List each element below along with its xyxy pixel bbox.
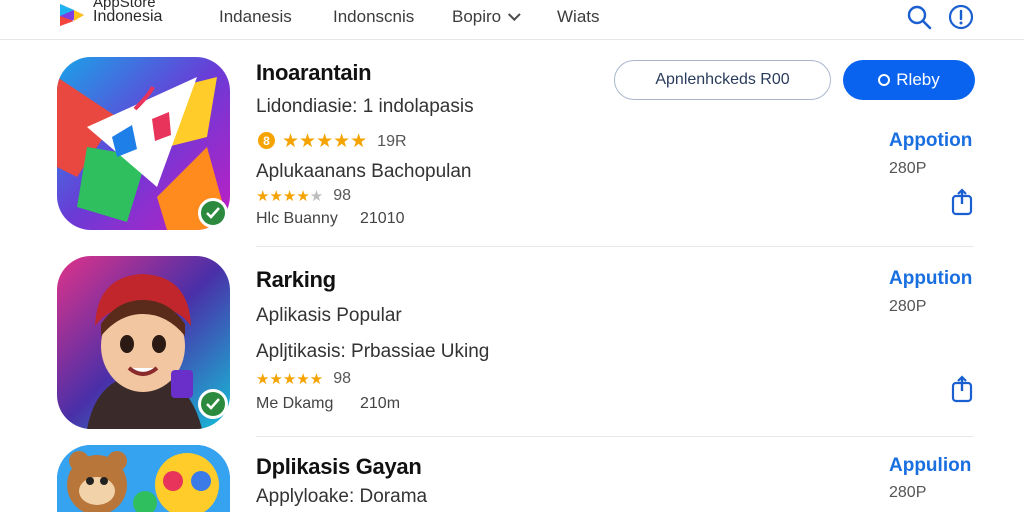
brand[interactable]: AppStore Indonesia <box>93 0 163 25</box>
installed-check-icon <box>198 389 228 419</box>
price-3: 280P <box>889 484 927 501</box>
app-title-1[interactable]: Inoarantain <box>256 60 372 86</box>
app-link-2[interactable]: Appution <box>889 268 972 290</box>
price-1: 280P <box>889 160 927 177</box>
star-icon: ★★★★★ <box>256 371 324 388</box>
nav-item-1[interactable]: Indanesis <box>219 7 292 27</box>
primary-button[interactable]: Rleby <box>843 60 975 100</box>
price-2: 280P <box>889 298 927 315</box>
app-link-1[interactable]: Appotion <box>889 130 972 152</box>
rating-count-1: 19R <box>377 132 407 150</box>
small-rating-2: ★★★★★ 98 <box>256 370 351 388</box>
share-icon[interactable] <box>949 375 975 403</box>
search-icon[interactable] <box>906 4 932 30</box>
primary-button-label: Rleby <box>896 70 940 89</box>
meta-value-2: 210m <box>360 395 401 412</box>
appstore-logo-icon <box>60 4 84 26</box>
app-link-3[interactable]: Appulion <box>889 455 971 477</box>
outline-button[interactable]: Apnlenhckeds R00 <box>614 60 831 100</box>
app-subtitle-3: Applyloake: Dorama <box>256 486 428 507</box>
row-divider <box>256 246 974 247</box>
rating-badge-icon: 8 <box>258 132 275 149</box>
small-rating-count-2: 98 <box>333 370 352 387</box>
small-rating-1: ★★★★★ 98 <box>256 187 351 205</box>
nav-item-3[interactable]: Bopiro <box>452 7 521 27</box>
share-icon[interactable] <box>949 188 975 216</box>
nav-item-2[interactable]: Indonscnis <box>333 7 414 27</box>
rating-1: ★★★★★ 19R <box>282 130 407 153</box>
star-icon: ★★★★★ <box>282 131 368 152</box>
meta-value-1: 21010 <box>360 210 405 227</box>
top-bar: AppStore Indonesia Indanesis Indonscnis … <box>0 0 1024 40</box>
app-line3-1: Aplukaanans Bachopulan <box>256 161 472 182</box>
app-meta-1: Hlc Buanny 21010 <box>256 210 405 228</box>
app-line3-2: Apljtikasis: Prbassiae Uking <box>256 341 490 362</box>
installed-check-icon <box>198 198 228 228</box>
row-divider <box>256 436 974 437</box>
info-icon[interactable] <box>948 4 974 30</box>
nav-item-3-label: Bopiro <box>452 7 502 26</box>
nav-item-4[interactable]: Wiats <box>557 7 600 27</box>
meta-label-2: Me Dkamg <box>256 395 334 412</box>
brand-line2: Indonesia <box>93 8 163 25</box>
app-icon-3[interactable] <box>57 445 230 512</box>
app-title-2[interactable]: Rarking <box>256 267 336 293</box>
app-title-3[interactable]: Dplikasis Gayan <box>256 454 422 480</box>
small-rating-count-1: 98 <box>333 187 352 204</box>
meta-label-1: Hlc Buanny <box>256 210 338 227</box>
ring-icon <box>878 74 891 86</box>
app-subtitle-2: Aplikasis Popular <box>256 305 402 326</box>
chevron-down-icon <box>508 8 521 22</box>
app-meta-2: Me Dkamg 210m <box>256 395 400 413</box>
star-icon: ★★★★★ <box>256 188 324 205</box>
app-subtitle-1: Lidondiasie: 1 indolapasis <box>256 96 474 117</box>
